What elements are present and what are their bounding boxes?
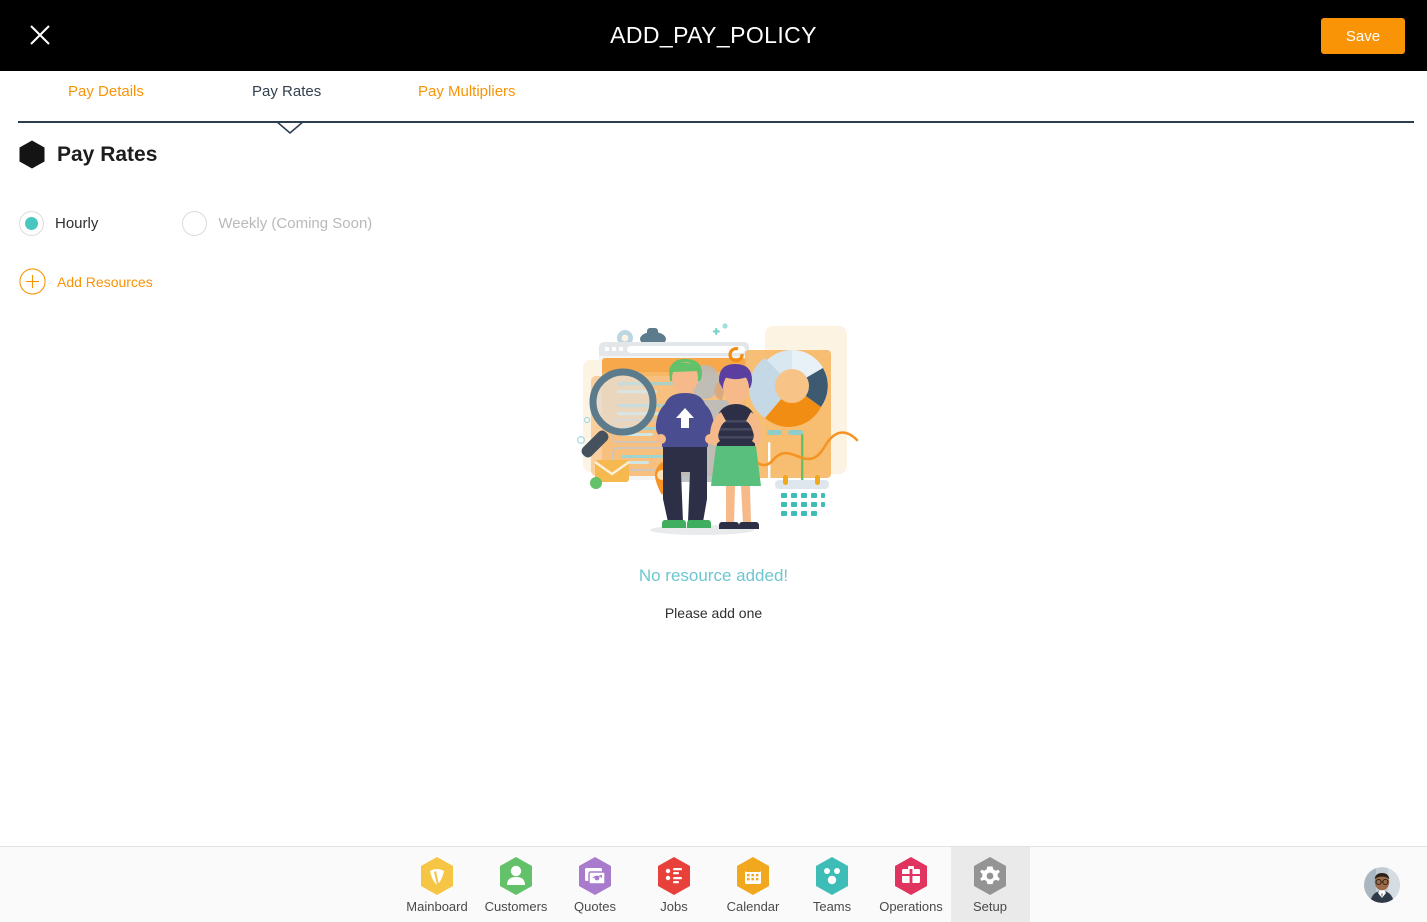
quotes-icon [579, 856, 611, 895]
nav-label-jobs: Jobs [660, 898, 688, 914]
nav-label-customers: Customers [484, 898, 548, 914]
nav-item-mainboard[interactable]: Mainboard [398, 847, 477, 922]
tab-pay-details[interactable]: Pay Details [68, 83, 144, 100]
user-avatar[interactable] [1364, 867, 1400, 903]
tab-pay-rates[interactable]: Pay Rates [252, 83, 321, 100]
empty-state-subtitle: Please add one [664, 605, 763, 621]
calendar-icon [737, 856, 769, 895]
radio-label-hourly: Hourly [55, 215, 99, 232]
nav-item-calendar[interactable]: Calendar [714, 847, 793, 922]
page-title: ADD_PAY_POLICY [610, 22, 817, 48]
nav-label-quotes: Quotes [574, 898, 616, 914]
nav-label-teams: Teams [812, 898, 852, 914]
radio-indicator-hourly [19, 211, 44, 236]
teams-icon [816, 856, 848, 895]
section-header: Pay Rates [19, 140, 157, 169]
nav-items-container: Mainboard Customers Quotes Jobs Calendar… [0, 847, 1427, 922]
nav-item-operations[interactable]: Operations [872, 847, 951, 922]
add-resources-button[interactable]: Add Resources [19, 268, 153, 295]
plus-circle-icon [19, 268, 46, 295]
nav-label-mainboard: Mainboard [406, 898, 468, 914]
nav-label-calendar: Calendar [726, 898, 780, 914]
list-icon [658, 856, 690, 895]
hexagon-icon [19, 140, 45, 169]
nav-item-teams[interactable]: Teams [793, 847, 872, 922]
radio-option-weekly: Weekly (Coming Soon) [182, 211, 372, 236]
title-bar: ADD_PAY_POLICY Save [0, 0, 1427, 71]
nav-item-quotes[interactable]: Quotes [556, 847, 635, 922]
team-analytics-illustration [576, 323, 858, 535]
radio-indicator-weekly [182, 211, 208, 236]
nav-label-setup: Setup [973, 898, 1007, 914]
section-title: Pay Rates [57, 142, 158, 166]
briefcase-icon [895, 856, 927, 895]
radio-label-weekly: Weekly (Coming Soon) [218, 215, 373, 232]
avatar-image [1364, 867, 1400, 903]
radio-option-hourly[interactable]: Hourly [19, 211, 98, 236]
empty-state: No resource added! Please add one [0, 320, 1427, 621]
mainboard-icon [421, 856, 453, 895]
tab-pay-multipliers[interactable]: Pay Multipliers [418, 83, 516, 100]
empty-state-title: No resource added! [638, 566, 789, 585]
add-resources-label: Add Resources [57, 273, 153, 290]
active-tab-indicator [276, 121, 304, 135]
save-button[interactable]: Save [1321, 18, 1405, 54]
person-icon [500, 856, 532, 895]
tab-bar: Pay Details Pay Rates Pay Multipliers [0, 71, 1427, 135]
nav-item-customers[interactable]: Customers [477, 847, 556, 922]
bottom-navigation-bar: Mainboard Customers Quotes Jobs Calendar… [0, 846, 1427, 922]
radio-dot [25, 217, 38, 230]
gear-icon [974, 856, 1006, 895]
rate-type-radio-group: Hourly Weekly (Coming Soon) [19, 211, 372, 236]
nav-item-jobs[interactable]: Jobs [635, 847, 714, 922]
nav-item-setup[interactable]: Setup [950, 847, 1030, 922]
nav-label-operations: Operations [879, 898, 943, 914]
tab-divider [18, 121, 1414, 123]
